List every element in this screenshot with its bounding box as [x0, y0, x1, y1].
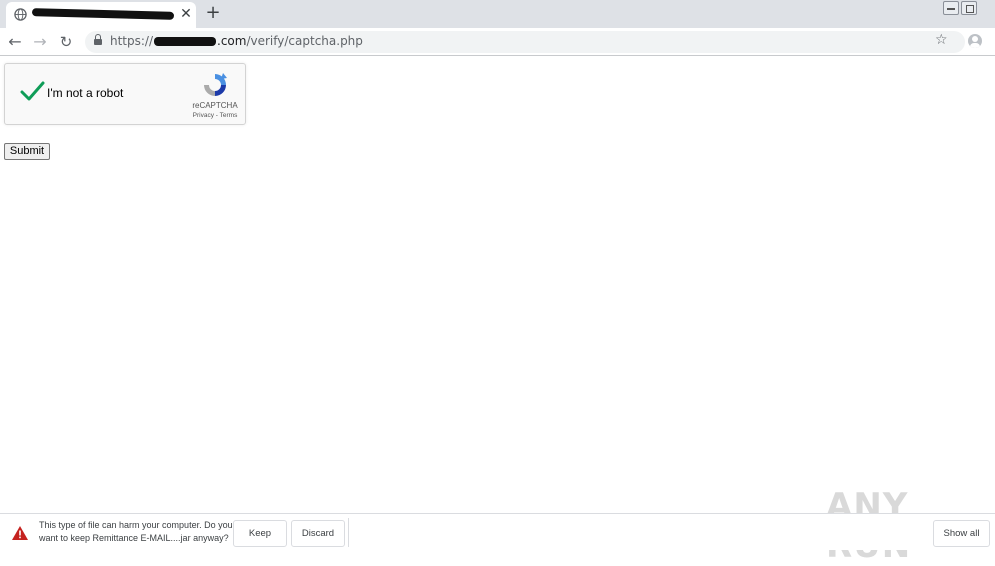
- address-bar[interactable]: https:// .com/verify/captcha.php: [85, 31, 965, 53]
- reload-button[interactable]: ↻: [56, 32, 76, 52]
- profile-avatar-icon[interactable]: [968, 34, 982, 48]
- recaptcha-privacy-terms[interactable]: Privacy - Terms: [185, 112, 245, 119]
- minimize-window-button[interactable]: [943, 1, 959, 15]
- globe-icon: [14, 8, 27, 21]
- checkmark-icon[interactable]: [19, 78, 45, 104]
- new-tab-button[interactable]: +: [203, 3, 223, 23]
- show-all-button[interactable]: Show all: [933, 520, 990, 547]
- submit-button[interactable]: Submit: [4, 143, 50, 160]
- bookmark-star-icon[interactable]: ☆: [935, 32, 948, 48]
- download-bar: This type of file can harm your computer…: [0, 513, 995, 550]
- recaptcha-label: I'm not a robot: [47, 86, 124, 100]
- keep-button[interactable]: Keep: [233, 520, 287, 547]
- browser-tab[interactable]: ✕: [6, 2, 196, 28]
- back-button[interactable]: ←: [5, 32, 25, 52]
- recaptcha-logo-icon: [204, 73, 227, 96]
- url-text[interactable]: https:// .com/verify/captcha.php: [110, 34, 363, 48]
- divider: [348, 518, 349, 547]
- forward-button[interactable]: →: [30, 32, 50, 52]
- discard-button[interactable]: Discard: [291, 520, 345, 547]
- recaptcha-brand: reCAPTCHA: [192, 101, 238, 110]
- recaptcha-widget: I'm not a robot reCAPTCHA Privacy - Term…: [4, 63, 246, 125]
- browser-toolbar: ← → ↻ https:// .com/verify/captcha.php ☆: [0, 28, 995, 56]
- close-tab-icon[interactable]: ✕: [178, 6, 194, 22]
- url-path: /verify/captcha.php: [246, 34, 363, 48]
- url-scheme: https://: [110, 34, 154, 48]
- warning-icon: [12, 526, 28, 540]
- restore-window-button[interactable]: [961, 1, 977, 15]
- download-warning-text: This type of file can harm your computer…: [39, 520, 233, 543]
- lock-icon[interactable]: [94, 34, 102, 47]
- url-host: .com: [217, 34, 247, 48]
- tab-strip: ✕ +: [0, 0, 995, 28]
- redaction-mark: [154, 37, 217, 46]
- redaction-mark: [31, 8, 175, 20]
